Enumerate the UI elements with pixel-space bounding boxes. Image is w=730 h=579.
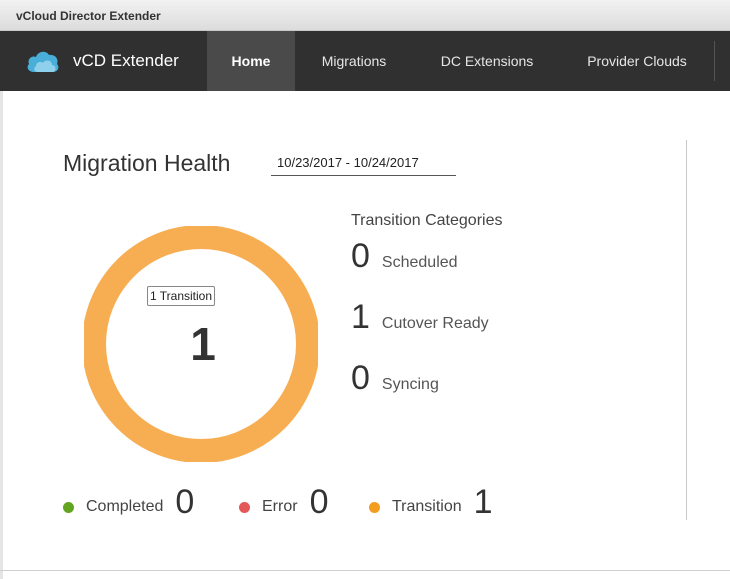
category-scheduled: 0 Scheduled bbox=[351, 236, 458, 276]
footer-divider bbox=[0, 570, 730, 571]
content-divider bbox=[686, 140, 687, 520]
brand[interactable]: vCD Extender bbox=[26, 31, 179, 91]
legend-label: Error bbox=[262, 498, 298, 515]
orange-dot-icon bbox=[369, 501, 380, 513]
legend-count: 0 bbox=[175, 483, 195, 521]
cloud-logo-icon bbox=[27, 51, 59, 72]
donut-total: 1 bbox=[190, 318, 216, 370]
date-range-picker[interactable]: 10/23/2017 - 10/24/2017 bbox=[271, 153, 456, 176]
categories-title: Transition Categories bbox=[351, 212, 503, 229]
category-cutover-ready: 1 Cutover Ready bbox=[351, 297, 489, 337]
category-count: 1 bbox=[351, 298, 370, 336]
nav-divider bbox=[714, 41, 715, 81]
legend-completed: Completed 0 bbox=[63, 484, 194, 520]
category-syncing: 0 Syncing bbox=[351, 358, 439, 398]
category-label: Scheduled bbox=[381, 254, 458, 271]
nav-tab-dc-extensions[interactable]: DC Extensions bbox=[422, 31, 552, 91]
category-label: Cutover Ready bbox=[381, 315, 489, 332]
brand-name: vCD Extender bbox=[73, 51, 179, 70]
nav-tab-migrations[interactable]: Migrations bbox=[303, 31, 405, 91]
window-title: vCloud Director Extender bbox=[16, 9, 161, 23]
legend-transition: Transition 1 bbox=[369, 484, 493, 520]
category-count: 0 bbox=[351, 359, 370, 397]
category-label: Syncing bbox=[381, 376, 439, 393]
legend-count: 1 bbox=[473, 483, 493, 521]
nav-tab-provider-clouds[interactable]: Provider Clouds bbox=[570, 31, 704, 91]
category-count: 0 bbox=[351, 237, 370, 275]
window-titlebar: vCloud Director Extender bbox=[0, 0, 730, 31]
legend-label: Transition bbox=[392, 498, 462, 515]
top-navbar: vCD Extender Home Migrations DC Extensio… bbox=[0, 31, 730, 91]
legend-count: 0 bbox=[309, 483, 329, 521]
red-dot-icon bbox=[239, 501, 250, 513]
legend-label: Completed bbox=[86, 498, 164, 515]
section-title: Migration Health bbox=[63, 150, 231, 176]
legend-error: Error 0 bbox=[239, 484, 328, 520]
nav-tab-home[interactable]: Home bbox=[207, 31, 295, 91]
left-edge bbox=[0, 91, 3, 579]
green-dot-icon bbox=[63, 501, 74, 513]
donut-tooltip: 1 Transition bbox=[147, 286, 216, 306]
